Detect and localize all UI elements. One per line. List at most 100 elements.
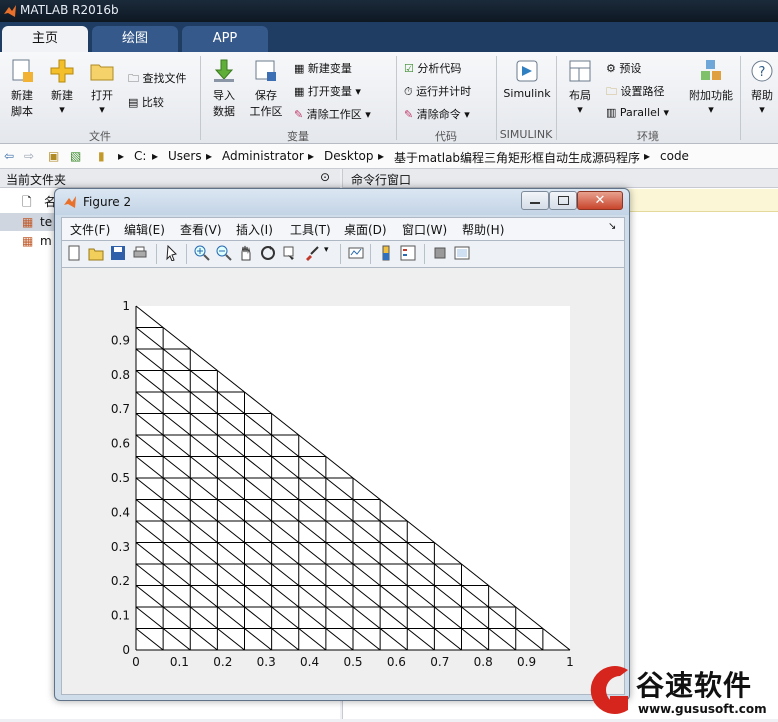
hide-plot-tools-icon[interactable] [432, 245, 448, 261]
figure-menubar: 文件(F) 编辑(E) 查看(V) 插入(I) 工具(T) 桌面(D) 窗口(W… [61, 217, 625, 240]
x-tick-label: 0.3 [257, 655, 276, 669]
chevron-down-icon: ▾ [663, 106, 670, 119]
x-tick-label: 0.6 [387, 655, 406, 669]
open-variable-button[interactable]: ▦ 打开变量 ▾ [294, 83, 361, 99]
ribbon: 新建 脚本 新建 ▾ 打开 ▾ 🗀 查找文件 ▤ 比较 文件 导入 数据 保存 … [0, 52, 778, 144]
menu-tools[interactable]: 工具(T) [290, 221, 331, 238]
open-variable-label: 打开变量 [307, 85, 352, 98]
chevron-down-icon: ▾ [464, 108, 470, 121]
zoom-in-icon[interactable] [194, 245, 210, 261]
breadcrumb-segment[interactable]: Users [168, 149, 202, 163]
breadcrumb-segment[interactable]: 基于matlab编程三角矩形框自动生成源码程序 [394, 149, 640, 166]
import-data-button[interactable]: 导入 数据 [206, 58, 242, 119]
pan-hand-icon[interactable] [238, 245, 254, 261]
breadcrumb-segment[interactable]: Desktop [324, 149, 374, 163]
timer-icon: ⏱ [404, 85, 413, 98]
colorbar-icon[interactable] [378, 245, 394, 261]
chevron-right-icon: ▸ [308, 149, 315, 163]
layout-button[interactable]: 布局 ▾ [562, 58, 598, 116]
open-button[interactable]: 打开 ▾ [84, 58, 120, 116]
import-label-2: 数据 [213, 105, 235, 118]
set-path-button[interactable]: 🗀 设置路径 [606, 83, 665, 102]
simulink-button[interactable]: Simulink [502, 58, 552, 100]
legend-icon[interactable] [400, 245, 416, 261]
help-button[interactable]: ? 帮助 ▾ [746, 58, 778, 116]
chevron-down-icon[interactable]: ▾ [324, 245, 329, 255]
menu-expand-icon[interactable]: ↘ [608, 221, 616, 232]
triangle-mesh-plot[interactable]: 0 0.1 0.2 0.3 0.4 0.5 0.6 0.7 0.8 0.9 1 0 0.1 0.2 0.3… [62, 268, 624, 694]
minimize-icon [530, 202, 540, 204]
link-plot-icon[interactable] [348, 245, 364, 261]
breadcrumb-segment[interactable]: Administrator [222, 149, 304, 163]
separator [740, 56, 741, 140]
panel-title: 命令行窗口 [351, 173, 412, 187]
import-icon [214, 59, 234, 82]
up-folder-icon[interactable]: ▣ [48, 149, 59, 163]
separator [340, 244, 341, 264]
clear-workspace-button[interactable]: ✎ 清除工作区 ▾ [294, 106, 371, 122]
open-file-icon[interactable] [88, 245, 104, 261]
menu-edit[interactable]: 编辑(E) [124, 221, 165, 238]
menu-desktop[interactable]: 桌面(D) [344, 221, 387, 238]
minimize-button[interactable] [521, 191, 549, 210]
zoom-out-icon[interactable] [216, 245, 232, 261]
menu-view[interactable]: 查看(V) [180, 221, 222, 238]
print-icon[interactable] [132, 245, 148, 261]
compare-icon: ▤ [128, 96, 139, 109]
clear-commands-button[interactable]: ✎ 清除命令 ▾ [404, 106, 470, 122]
menu-window[interactable]: 窗口(W) [402, 221, 447, 238]
panel-menu-icon[interactable]: ⊙ [320, 170, 330, 184]
maximize-button[interactable] [549, 191, 577, 210]
tab-apps[interactable]: APP [182, 26, 268, 52]
figure-title: Figure 2 [83, 195, 132, 209]
save-label-2: 工作区 [249, 105, 283, 118]
tab-plots[interactable]: 绘图 [92, 26, 178, 52]
compare-button[interactable]: ▤ 比较 [128, 94, 164, 110]
app-title-bar: MATLAB R2016b [0, 0, 778, 22]
new-variable-button[interactable]: ▦ 新建变量 [294, 60, 352, 76]
data-cursor-icon[interactable] [282, 245, 298, 261]
save-workspace-button[interactable]: 保存 工作区 [246, 58, 286, 119]
folder-icon: ▮ [98, 149, 105, 163]
eraser-icon: ✎ [404, 108, 414, 121]
menu-file[interactable]: 文件(F) [70, 221, 110, 238]
menu-help[interactable]: 帮助(H) [462, 221, 504, 238]
breadcrumb-segment[interactable]: C: [134, 149, 146, 163]
menu-insert[interactable]: 插入(I) [236, 221, 273, 238]
browse-folder-icon[interactable]: ▧ [70, 149, 81, 163]
figure-canvas[interactable]: 0 0.1 0.2 0.3 0.4 0.5 0.6 0.7 0.8 0.9 1 0 0.1 0.2 0.3… [61, 267, 625, 695]
separator [424, 244, 425, 264]
chevron-down-icon: ▾ [577, 103, 583, 116]
close-button[interactable]: ✕ [577, 191, 623, 210]
new-script-button[interactable]: 新建 脚本 [4, 58, 40, 119]
chevron-down-icon: ▾ [59, 103, 65, 116]
y-tick-label: 0.9 [111, 333, 130, 347]
check-icon: ☑ [404, 62, 414, 75]
import-label-1: 导入 [213, 89, 235, 102]
y-tick-label: 0.1 [111, 609, 130, 623]
addons-button[interactable]: 附加功能 ▾ [686, 58, 736, 116]
preferences-button[interactable]: ⚙ 预设 [606, 60, 641, 76]
parallel-button[interactable]: ▥ Parallel ▾ [606, 106, 669, 119]
new-button[interactable]: 新建 ▾ [44, 58, 80, 116]
brush-icon[interactable] [304, 245, 320, 261]
tab-home[interactable]: 主页 [2, 26, 88, 52]
rotate-3d-icon[interactable] [260, 245, 276, 261]
figure-window: Figure 2 ✕ 文件(F) 编辑(E) 查看(V) 插入(I) 工具(T)… [54, 188, 630, 701]
layout-icon [569, 60, 591, 82]
new-figure-icon[interactable] [66, 245, 82, 261]
back-arrow-icon[interactable]: ⇦ [4, 149, 14, 163]
forward-arrow-icon[interactable]: ⇨ [24, 149, 34, 163]
show-plot-tools-icon[interactable] [454, 245, 470, 261]
watermark-url: www.gususoft.com [638, 702, 767, 716]
x-tick-label: 1 [566, 655, 574, 669]
save-icon[interactable] [110, 245, 126, 261]
pointer-icon[interactable] [164, 245, 180, 261]
run-and-time-button[interactable]: ⏱ 运行并计时 [404, 83, 471, 99]
panel-header: 当前文件夹 ⊙ [0, 169, 340, 188]
breadcrumb-segment[interactable]: code [660, 149, 689, 163]
addons-label: 附加功能 [689, 89, 733, 102]
analyze-code-button[interactable]: ☑ 分析代码 [404, 60, 461, 76]
addons-cubes-icon [701, 60, 721, 80]
find-files-button[interactable]: 🗀 查找文件 [128, 70, 187, 89]
